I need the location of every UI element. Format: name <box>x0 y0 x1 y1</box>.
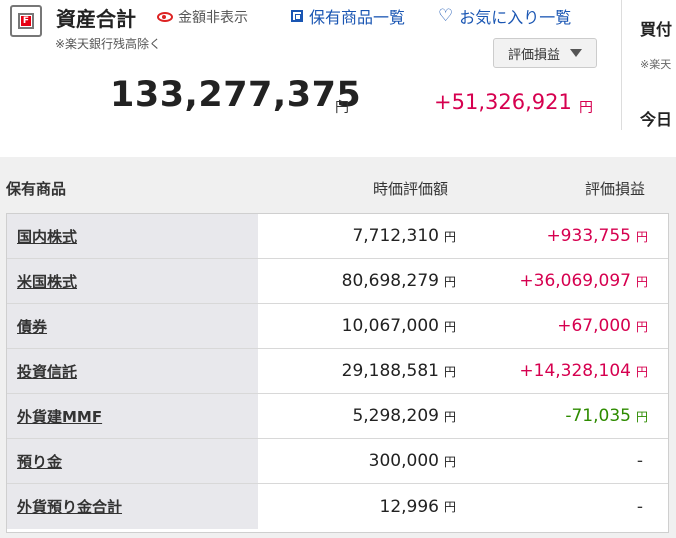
row-value: 5,298,209 円 <box>352 406 456 426</box>
row-name-link[interactable]: 外貨預り金合計 <box>7 484 258 529</box>
page-title: 資産合計 <box>56 7 136 31</box>
row-value: 29,188,581 円 <box>341 361 456 381</box>
header-market-value: 時価評価額 <box>373 180 449 198</box>
eye-icon <box>157 12 173 22</box>
row-name-link[interactable]: 外貨建MMF <box>7 394 258 438</box>
header-holdings: 保有商品 <box>6 180 67 198</box>
row-gain: -71,035 円 <box>565 406 648 426</box>
table-row: 米国株式 80,698,279 円 +36,069,097 円 <box>7 259 668 304</box>
hide-amount-toggle[interactable]: 金額非表示 <box>157 7 248 27</box>
triangle-down-icon <box>570 49 582 57</box>
asset-logo-icon: F <box>10 5 42 37</box>
row-gain: +14,328,104 円 <box>519 361 648 381</box>
hide-amount-label: 金額非表示 <box>178 10 248 26</box>
table-row: 預り金 300,000 円 - <box>7 439 668 484</box>
row-gain: - <box>636 451 643 471</box>
row-value: 7,712,310 円 <box>352 226 456 246</box>
holdings-list-link[interactable]: 保有商品一覧 <box>291 6 406 27</box>
row-value: 80,698,279 円 <box>341 271 456 291</box>
row-value: 12,996 円 <box>379 496 457 517</box>
table-row: 外貨建MMF 5,298,209 円 -71,035 円 <box>7 394 668 439</box>
favorites-list-label: お気に入り一覧 <box>459 8 572 27</box>
total-gain-value: +51,326,921 <box>434 90 572 114</box>
table-row: 債券 10,067,000 円 +67,000 円 <box>7 304 668 349</box>
bank-excluded-note: ※楽天銀行残高除く <box>55 37 162 51</box>
column-divider <box>621 0 622 130</box>
total-assets-value: 133,277,375 <box>110 75 362 115</box>
row-gain: +67,000 円 <box>557 316 648 336</box>
today-label: 今日 <box>640 110 673 129</box>
holdings-list-label: 保有商品一覧 <box>309 8 406 27</box>
buying-power-title: 買付 <box>640 20 673 39</box>
row-name-link[interactable]: 債券 <box>7 304 258 348</box>
row-name-link[interactable]: 国内株式 <box>7 214 258 258</box>
row-gain: +933,755 円 <box>546 226 648 246</box>
header-gain: 評価損益 <box>585 180 646 198</box>
valuation-select[interactable]: 評価損益 <box>493 38 597 68</box>
favorites-list-link[interactable]: ♡ お気に入り一覧 <box>438 5 572 27</box>
row-value: 10,067,000 円 <box>341 316 456 336</box>
valuation-select-value: 評価損益 <box>507 47 560 63</box>
row-name-link[interactable]: 米国株式 <box>7 259 258 303</box>
holdings-table: 国内株式 7,712,310 円 +933,755 円 米国株式 80,698,27… <box>6 213 669 533</box>
buying-power-note: ※楽天 <box>640 58 672 71</box>
row-name-link[interactable]: 投資信託 <box>7 349 258 393</box>
list-square-icon <box>291 10 303 22</box>
table-row: 国内株式 7,712,310 円 +933,755 円 <box>7 214 668 259</box>
table-row: 投資信託 29,188,581 円 +14,328,104 円 <box>7 349 668 394</box>
row-gain: +36,069,097 円 <box>519 271 648 291</box>
row-gain: - <box>636 496 643 517</box>
row-value: 300,000 円 <box>368 451 456 471</box>
table-row: 外貨預り金合計 12,996 円 - <box>7 484 668 529</box>
total-assets-unit: 円 <box>335 100 349 116</box>
heart-icon: ♡ <box>438 5 454 26</box>
row-name-link[interactable]: 預り金 <box>7 439 258 483</box>
total-gain-unit: 円 <box>579 100 593 116</box>
